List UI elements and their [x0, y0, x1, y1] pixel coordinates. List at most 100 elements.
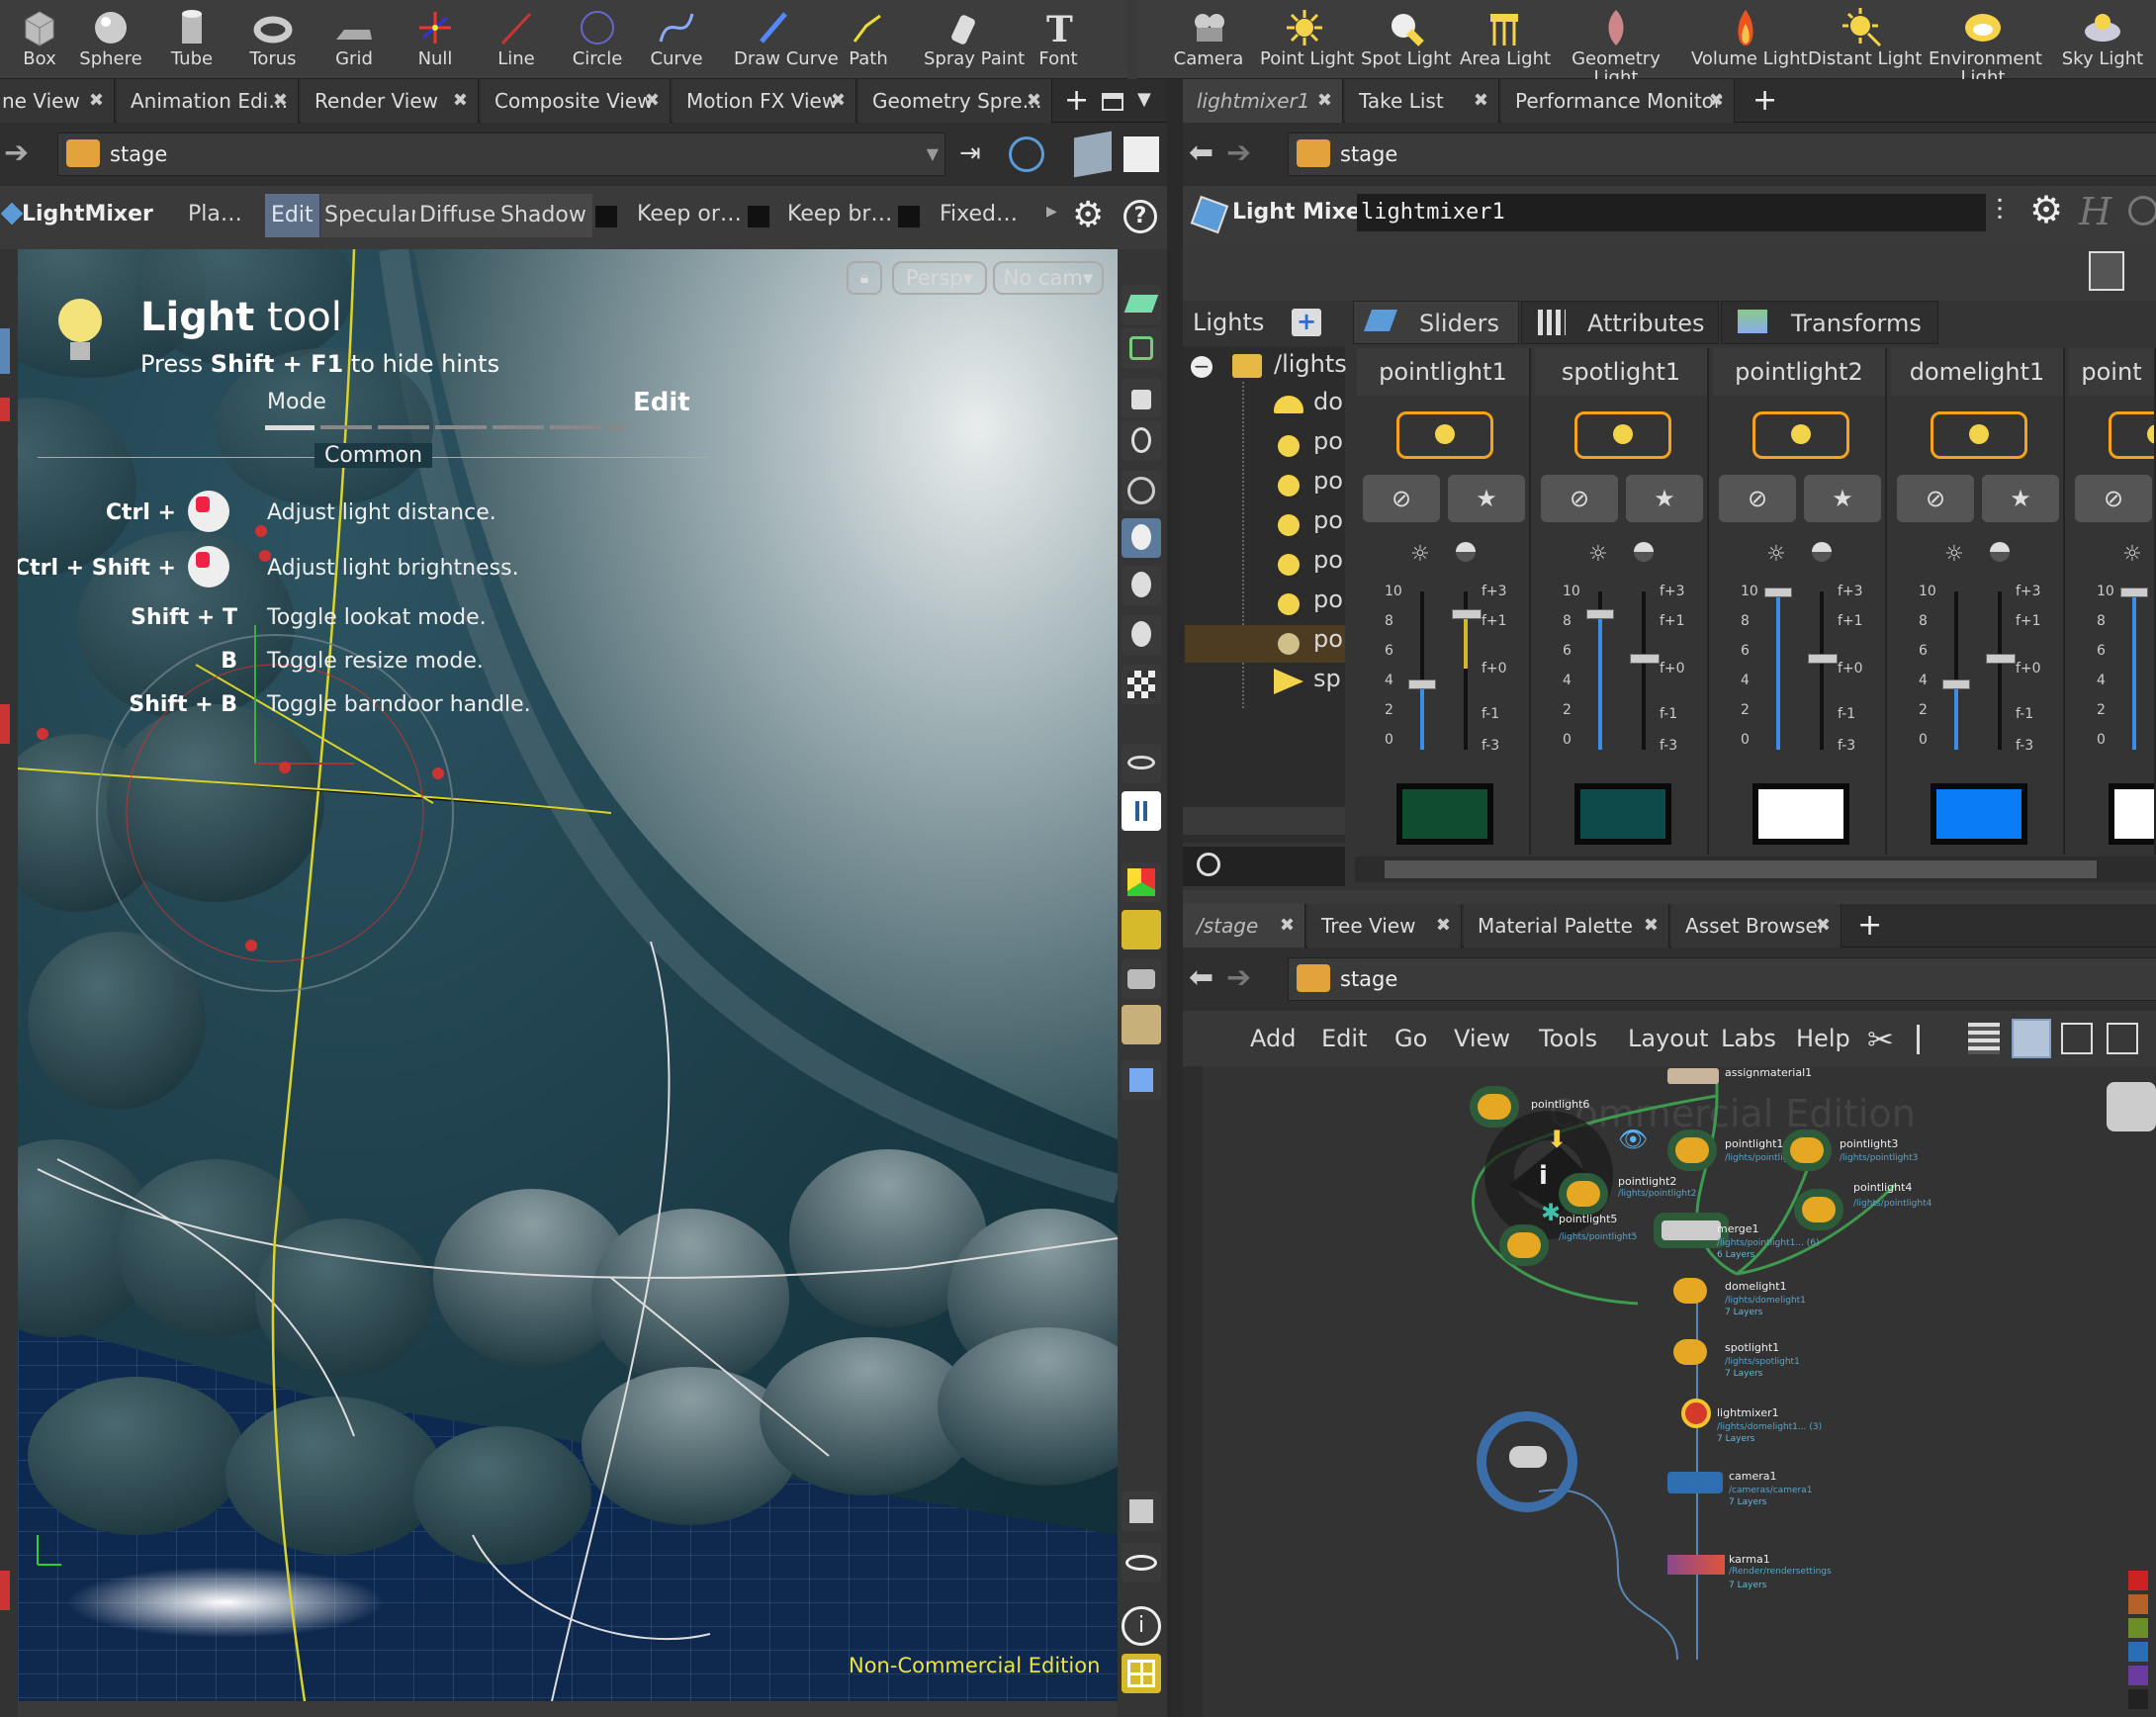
menu-edit[interactable]: Edit	[1321, 1019, 1367, 1058]
tree-item[interactable]: po	[1313, 625, 1343, 653]
geometry-light-tool[interactable]: Geometry Light	[1567, 2, 1665, 87]
light-solo-toggle[interactable]	[1931, 411, 2027, 459]
images-icon[interactable]	[1122, 1060, 1161, 1100]
node-camera-create[interactable]	[1509, 1446, 1547, 1468]
color-shapes-icon[interactable]	[1122, 862, 1161, 902]
node-name-field[interactable]: lightmixer1	[1357, 194, 1986, 231]
tree-item[interactable]: do	[1313, 388, 1343, 415]
node-karma1[interactable]	[1667, 1555, 1725, 1575]
torus-tool[interactable]: Torus	[233, 2, 313, 77]
menu-tools[interactable]: Tools	[1539, 1019, 1597, 1058]
light-solo-toggle[interactable]	[2109, 411, 2154, 459]
tab-scene-view[interactable]: ne View ✖	[0, 79, 115, 123]
close-icon[interactable]: ✖	[89, 79, 104, 123]
close-icon[interactable]: ✖	[645, 79, 660, 123]
light-link-icon[interactable]	[1122, 615, 1161, 655]
exposure-slider[interactable]	[1630, 654, 1660, 664]
close-icon[interactable]: ✖	[1816, 904, 1831, 948]
tab-asset-browser[interactable]: Asset Browser ✖	[1671, 904, 1842, 948]
eye-icon[interactable]	[1122, 1543, 1161, 1582]
light-color-swatch[interactable]	[1574, 783, 1671, 845]
tab-tree-view[interactable]: Tree View ✖	[1307, 904, 1462, 948]
color-swatch-orange[interactable]	[2128, 1594, 2148, 1614]
channels-scrollbar[interactable]	[1355, 857, 2156, 882]
node-lightmixer1[interactable]	[1681, 1399, 1711, 1428]
download-icon[interactable]: ⬇	[1547, 1126, 1576, 1155]
tube-tool[interactable]: Tube	[152, 2, 231, 77]
intensity-track[interactable]	[2132, 591, 2136, 750]
sphere-tool[interactable]: Sphere	[71, 2, 150, 77]
favorite-button[interactable]: ★	[1448, 475, 1525, 522]
menu-help[interactable]: Help	[1796, 1019, 1850, 1058]
light-add-icon[interactable]	[1122, 566, 1161, 605]
close-icon[interactable]: ✖	[273, 79, 288, 123]
point-light-tool[interactable]: Point Light	[1260, 2, 1354, 77]
tab-motion-fx-view[interactable]: Motion FX View ✖	[673, 79, 856, 123]
quad-view-icon[interactable]	[1122, 1654, 1161, 1693]
keep-brightness-checkbox[interactable]	[748, 206, 769, 227]
menu-labs[interactable]: Labs	[1721, 1019, 1776, 1058]
forward-arrow-icon[interactable]: ➔	[4, 136, 38, 170]
tree-item[interactable]: sp	[1313, 665, 1341, 692]
intensity-slider[interactable]	[1764, 587, 1792, 597]
checker-cube-icon[interactable]	[1122, 665, 1161, 704]
node-pointlight1[interactable]	[1675, 1137, 1709, 1163]
lock-camera-icon[interactable]: 🔒︎	[847, 261, 882, 295]
box-select-icon[interactable]	[1122, 910, 1161, 949]
close-icon[interactable]: ✖	[1709, 79, 1724, 123]
persp-dropdown[interactable]: Persp▾	[892, 261, 987, 295]
gear-icon[interactable]: ⚙	[2029, 190, 2063, 229]
exposure-slider[interactable]	[1986, 654, 2016, 664]
list-view-icon[interactable]	[1968, 1023, 2000, 1054]
null-tool[interactable]: Null	[396, 2, 475, 77]
exposure-track[interactable]	[1998, 591, 2002, 750]
panel-view-icon[interactable]	[2107, 1023, 2138, 1054]
spray-paint-tool[interactable]: Spray Paint	[924, 2, 1025, 77]
info-icon[interactable]: i	[1122, 1606, 1161, 1646]
favorite-button[interactable]: ★	[1982, 475, 2059, 522]
tab-animation-editor[interactable]: Animation Edi… ✖	[117, 79, 299, 123]
intensity-track[interactable]	[1776, 591, 1780, 750]
white-square-icon[interactable]	[1123, 136, 1159, 172]
tab-render-view[interactable]: Render View ✖	[301, 79, 479, 123]
tool-icon[interactable]	[0, 1571, 10, 1610]
volume-light-tool[interactable]: Volume Light	[1691, 2, 1808, 77]
stage-path-field[interactable]: stage	[1288, 133, 2156, 176]
scene-viewport[interactable]: Light tool Press Shift + F1 to hide hint…	[18, 249, 1118, 1701]
add-tab-icon[interactable]: +	[1064, 83, 1089, 118]
tab-sliders[interactable]: Sliders	[1353, 301, 1519, 344]
forward-arrow-icon[interactable]: ➔	[1226, 961, 1260, 995]
select-tool-icon[interactable]	[0, 328, 10, 374]
help-h-icon[interactable]: H	[2079, 190, 2111, 233]
color-swatch-green[interactable]	[2128, 1618, 2148, 1638]
node-pointlight4[interactable]	[1802, 1197, 1836, 1222]
tab-performance-monitor[interactable]: Performance Monitor ✖	[1501, 79, 1735, 123]
light-color-swatch[interactable]	[1396, 783, 1493, 845]
pla-dropdown[interactable]: Pla…	[188, 202, 242, 226]
menu-layout[interactable]: Layout	[1628, 1019, 1709, 1058]
tree-scrollbar[interactable]	[1183, 807, 1345, 835]
pane-splitter[interactable]	[1167, 79, 1183, 1717]
intensity-slider[interactable]	[1942, 679, 1970, 689]
add-light-icon[interactable]: +	[1292, 309, 1321, 336]
menu-add[interactable]: Add	[1250, 1019, 1296, 1058]
diffuse-button[interactable]: Diffuse	[415, 194, 500, 237]
color-swatch-black[interactable]	[2128, 1689, 2148, 1709]
cube-icon[interactable]	[1074, 131, 1112, 178]
specular-button[interactable]: Specular	[320, 194, 424, 237]
grid-tool[interactable]: Grid	[314, 2, 394, 77]
bug-icon[interactable]: ✱	[1541, 1199, 1571, 1228]
line-tool[interactable]: Line	[477, 2, 556, 77]
light-color-swatch[interactable]	[2109, 783, 2154, 845]
tab-transforms[interactable]: Transforms	[1721, 301, 1938, 344]
circle-tool[interactable]: Circle	[558, 2, 637, 77]
tab-stage-network[interactable]: /stage ✖	[1183, 904, 1305, 948]
curve-tool[interactable]: Curve	[637, 2, 716, 77]
ghost-icon[interactable]	[1122, 421, 1161, 461]
tree-search[interactable]	[1183, 847, 1345, 886]
node-pointlight6[interactable]	[1478, 1094, 1511, 1120]
stage-path-field[interactable]: stage ▼	[57, 133, 945, 176]
tree-item[interactable]: po	[1313, 586, 1343, 613]
box-tool[interactable]: Box	[0, 2, 79, 77]
back-arrow-icon[interactable]: ⬅	[1189, 136, 1222, 170]
